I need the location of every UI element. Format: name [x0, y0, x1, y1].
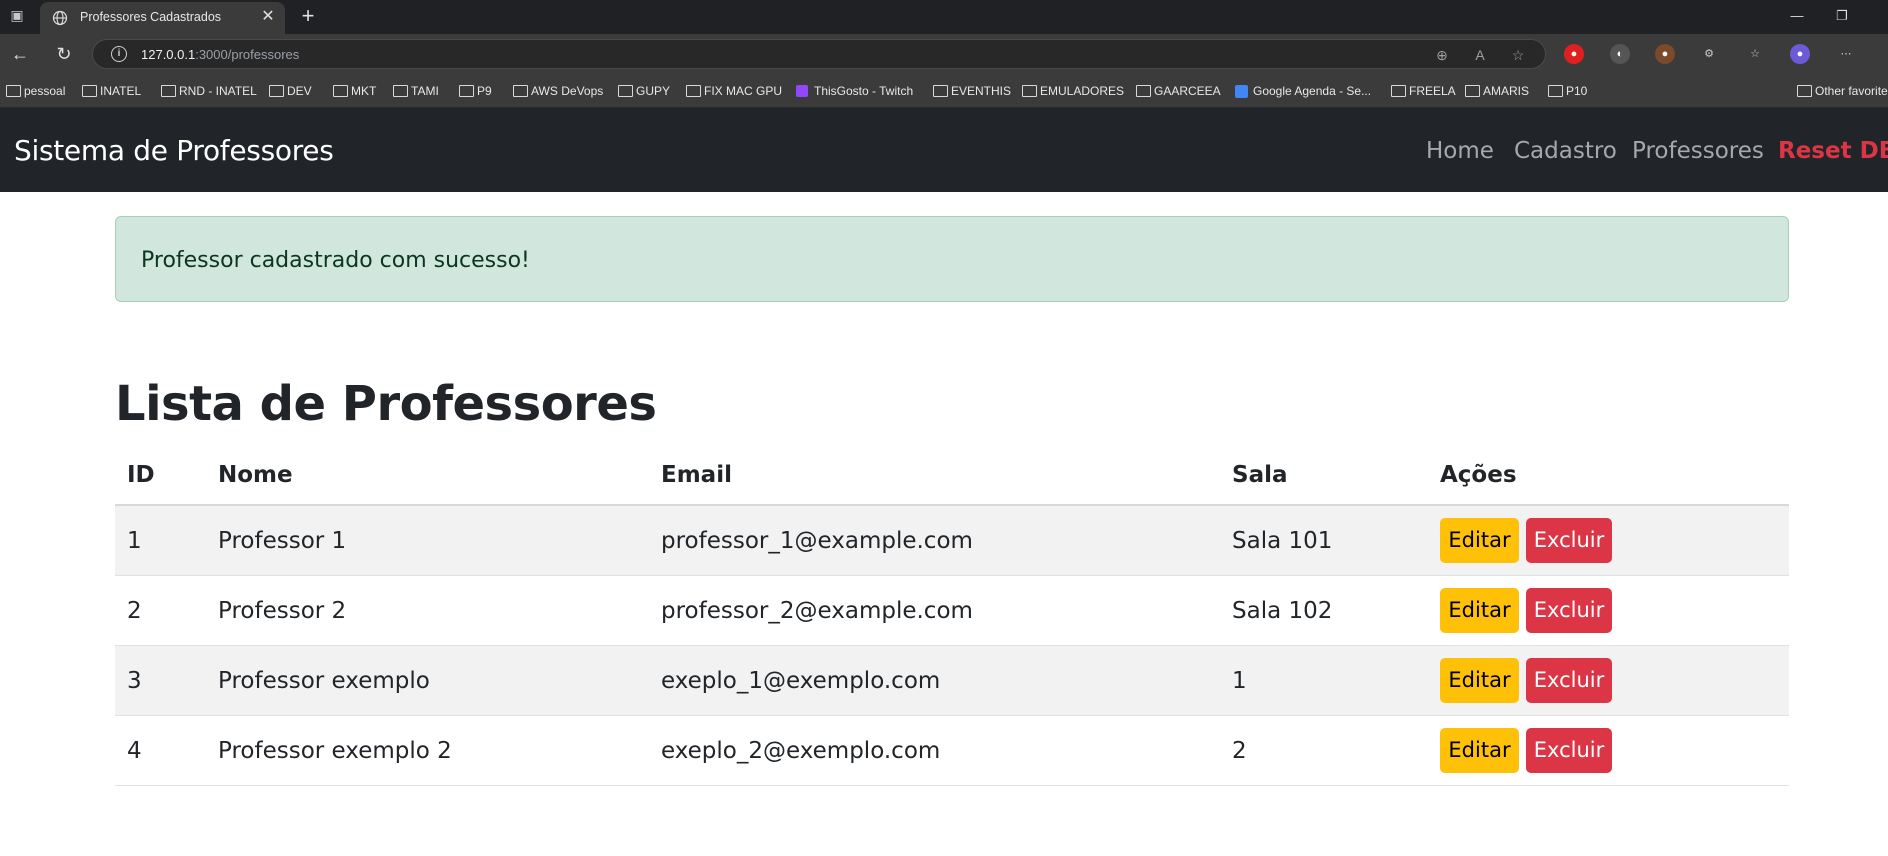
bookmark-other-favorites[interactable]: Other favorites	[1797, 83, 1888, 101]
cell-sala: Sala 101	[1232, 528, 1333, 554]
page-title: Lista de Professores	[115, 376, 657, 432]
delete-button[interactable]: Excluir	[1526, 588, 1612, 633]
edit-button[interactable]: Editar	[1440, 588, 1519, 633]
bookmark-folder[interactable]: P10	[1548, 83, 1587, 101]
bookmark-folder[interactable]: FREELA	[1391, 83, 1456, 101]
cell-id: 1	[127, 528, 142, 554]
site-brand[interactable]: Sistema de Professores	[14, 134, 334, 167]
favorite-star-icon[interactable]: ☆	[1509, 46, 1527, 64]
bookmark-folder[interactable]: EVENTHIS	[933, 83, 1011, 101]
bookmarks-bar: pessoal INATEL RND - INATEL DEV MKT TAMI…	[0, 74, 1888, 108]
url-text: 127.0.0.1:3000/professores	[141, 47, 300, 62]
column-header-id: ID	[127, 462, 155, 488]
cell-email: professor_2@example.com	[661, 598, 973, 624]
cell-nome: Professor 1	[218, 528, 347, 554]
bookmark-folder[interactable]: RND - INATEL	[161, 83, 257, 101]
extension-circle-icon[interactable]: ◐	[1610, 44, 1630, 64]
table-row: 1 Professor 1 professor_1@example.com Sa…	[115, 506, 1789, 576]
cell-nome: Professor exemplo 2	[218, 738, 452, 764]
delete-button[interactable]: Excluir	[1526, 728, 1612, 773]
edit-button[interactable]: Editar	[1440, 658, 1519, 703]
cell-id: 3	[127, 668, 142, 694]
nav-link-professores[interactable]: Professores	[1632, 138, 1764, 164]
read-aloud-icon[interactable]: A	[1471, 46, 1489, 64]
info-icon[interactable]: i	[111, 46, 127, 62]
delete-button[interactable]: Excluir	[1526, 658, 1612, 703]
cell-id: 2	[127, 598, 142, 624]
cell-nome: Professor exemplo	[218, 668, 430, 694]
new-tab-icon[interactable]: +	[296, 4, 320, 28]
bookmark-folder[interactable]: FIX MAC GPU	[686, 83, 782, 101]
zoom-icon[interactable]: ⊕	[1433, 46, 1451, 64]
column-header-email: Email	[661, 462, 732, 488]
table-row: 3 Professor exemplo exeplo_1@exemplo.com…	[115, 646, 1789, 716]
cell-sala: 1	[1232, 668, 1247, 694]
bookmark-folder[interactable]: AWS DeVops	[513, 83, 603, 101]
bookmark-folder[interactable]: GUPY	[618, 83, 670, 101]
nav-link-cadastro[interactable]: Cadastro	[1514, 138, 1617, 164]
back-icon[interactable]: ←	[8, 42, 32, 66]
bookmark-folder[interactable]: P9	[459, 83, 492, 101]
success-alert: Professor cadastrado com sucesso!	[115, 216, 1789, 302]
bookmark-folder[interactable]: pessoal	[6, 83, 65, 101]
minimize-icon[interactable]: —	[1782, 6, 1812, 26]
extensions-icon[interactable]: ⚙	[1699, 44, 1719, 64]
edit-button[interactable]: Editar	[1440, 728, 1519, 773]
cell-email: professor_1@example.com	[661, 528, 973, 554]
cell-email: exeplo_2@exemplo.com	[661, 738, 941, 764]
globe-icon	[52, 10, 68, 26]
delete-button[interactable]: Excluir	[1526, 518, 1612, 563]
cell-email: exeplo_1@exemplo.com	[661, 668, 941, 694]
bookmark-google-calendar[interactable]: Google Agenda - Se...	[1235, 83, 1371, 101]
browser-tab[interactable]: Professores Cadastrados ✕	[40, 2, 285, 34]
bookmark-folder[interactable]: MKT	[333, 83, 376, 101]
cell-sala: Sala 102	[1232, 598, 1333, 624]
column-header-nome: Nome	[218, 462, 293, 488]
column-header-acoes: Ações	[1440, 462, 1517, 488]
table-row: 2 Professor 2 professor_2@example.com Sa…	[115, 576, 1789, 646]
bookmark-folder[interactable]: EMULADORES	[1022, 83, 1124, 101]
restore-icon[interactable]: ❐	[1827, 6, 1857, 26]
bookmark-folder[interactable]: DEV	[269, 83, 312, 101]
favorites-icon[interactable]: ☆	[1745, 44, 1765, 64]
cell-id: 4	[127, 738, 142, 764]
more-menu-icon[interactable]: ⋯	[1836, 44, 1856, 64]
close-tab-icon[interactable]: ✕	[259, 8, 277, 26]
bookmark-folder[interactable]: AMARIS	[1465, 83, 1529, 101]
address-bar[interactable]: i 127.0.0.1:3000/professores ⊕ A ☆	[92, 39, 1546, 69]
bookmark-folder[interactable]: TAMI	[393, 83, 439, 101]
extension-shield-icon[interactable]: ●	[1564, 44, 1584, 64]
nav-link-reset-db[interactable]: Reset DB	[1778, 138, 1888, 164]
cell-nome: Professor 2	[218, 598, 347, 624]
tab-actions-icon[interactable]: ▣	[6, 7, 28, 27]
profile-avatar[interactable]: ●	[1790, 44, 1810, 64]
tab-title: Professores Cadastrados	[80, 10, 222, 24]
table-row: 4 Professor exemplo 2 exeplo_2@exemplo.c…	[115, 716, 1789, 786]
bookmark-folder[interactable]: GAARCEEA	[1136, 83, 1221, 101]
nav-link-home[interactable]: Home	[1426, 138, 1494, 164]
browser-tabstrip: ▣ Professores Cadastrados ✕ + — ❐	[0, 0, 1888, 34]
alert-message: Professor cadastrado com sucesso!	[141, 248, 530, 273]
browser-toolbar: ← ↻ i 127.0.0.1:3000/professores ⊕ A ☆ ●…	[0, 34, 1888, 74]
column-header-sala: Sala	[1232, 462, 1288, 488]
bookmark-twitch[interactable]: ThisGosto - Twitch	[796, 83, 913, 101]
edit-button[interactable]: Editar	[1440, 518, 1519, 563]
reload-icon[interactable]: ↻	[52, 42, 76, 66]
bookmark-folder[interactable]: INATEL	[82, 83, 141, 101]
cookie-icon[interactable]: ●	[1655, 44, 1675, 64]
site-navbar: Sistema de Professores Home Cadastro Pro…	[0, 108, 1888, 192]
cell-sala: 2	[1232, 738, 1247, 764]
